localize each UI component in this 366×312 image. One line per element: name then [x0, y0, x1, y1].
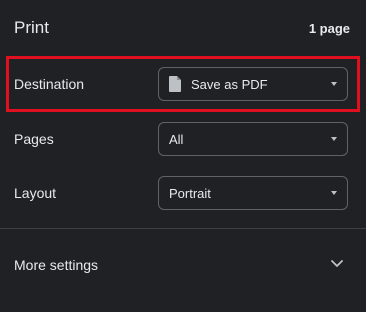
dropdown-arrow-icon [331, 191, 337, 195]
page-count: 1 page [308, 21, 350, 36]
destination-select[interactable]: Save as PDF [158, 67, 348, 101]
pages-select[interactable]: All [158, 122, 348, 156]
divider [0, 228, 366, 229]
print-settings-panel: Print 1 page Destination Save as PDF Pag… [0, 0, 366, 312]
page-title: Print [14, 18, 49, 37]
layout-select[interactable]: Portrait [158, 176, 348, 210]
chevron-down-icon [331, 260, 343, 267]
dropdown-arrow-icon [331, 137, 337, 141]
pages-label: Pages [14, 131, 54, 147]
layout-label: Layout [14, 185, 57, 201]
dropdown-arrow-icon [331, 82, 337, 86]
document-icon [169, 76, 181, 92]
more-settings-label: More settings [14, 257, 99, 273]
pages-value: All [169, 132, 184, 147]
layout-value: Portrait [169, 186, 211, 201]
destination-label: Destination [14, 76, 85, 92]
destination-value: Save as PDF [191, 77, 268, 92]
more-settings-toggle[interactable]: More settings [0, 240, 366, 288]
